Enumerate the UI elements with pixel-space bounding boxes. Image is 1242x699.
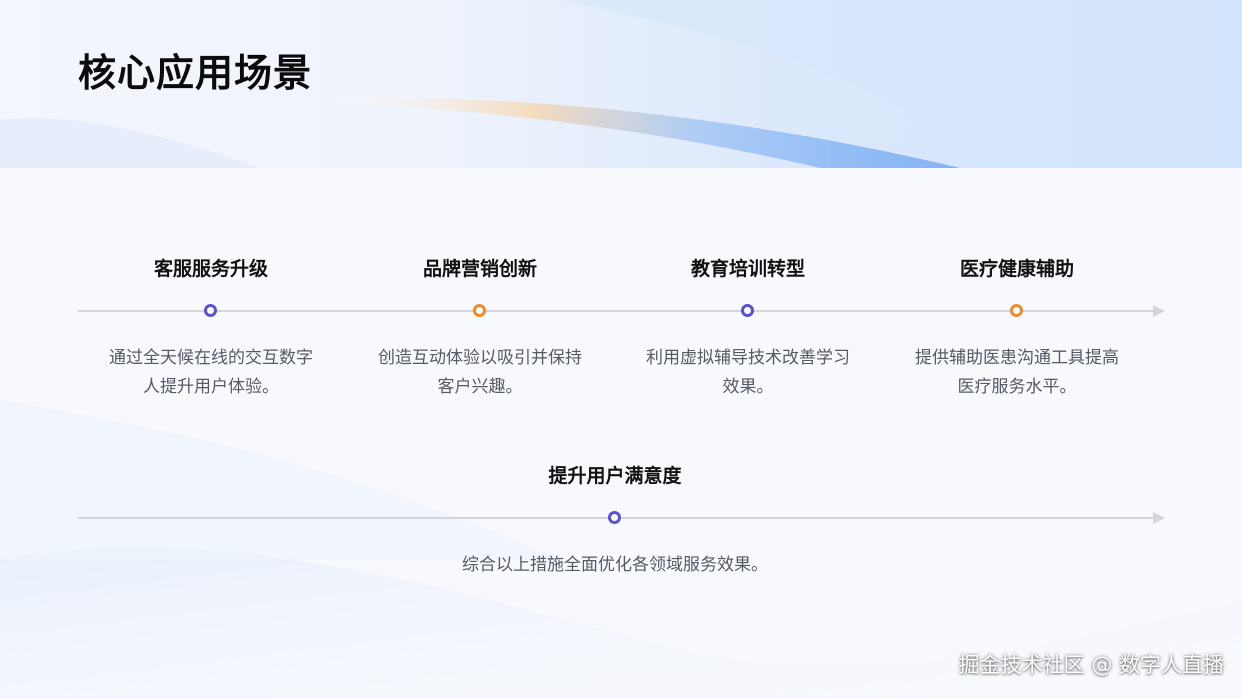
timeline-line-1 — [78, 310, 1154, 312]
timeline-dot-icon — [204, 304, 217, 317]
scenario-title: 教育培训转型 — [690, 258, 805, 280]
watermark: 掘金技术社区 @ 数字人直播 — [958, 653, 1224, 677]
timeline-dot-icon — [473, 304, 486, 317]
timeline-arrow-2-icon — [1153, 512, 1165, 524]
scenario-description: 创造互动体验以吸引并保持客户兴趣。 — [378, 348, 582, 397]
timeline-arrow-1-icon — [1153, 305, 1165, 317]
scenario-title: 品牌营销创新 — [422, 258, 537, 280]
timeline-dot-icon — [1010, 304, 1023, 317]
scenario-description: 提供辅助医患沟通工具提高医疗服务水平。 — [915, 348, 1119, 397]
scenario-title: 客服服务升级 — [153, 258, 268, 280]
scenario-title: 医疗健康辅助 — [959, 258, 1074, 280]
timeline-dot-icon — [741, 304, 754, 317]
timeline-dot-icon — [608, 511, 621, 524]
scenario-description: 利用虚拟辅导技术改善学习效果。 — [646, 348, 850, 397]
scenario-description: 综合以上措施全面优化各领域服务效果。 — [462, 555, 768, 575]
scenario-title: 提升用户满意度 — [548, 465, 682, 487]
scenario-description: 通过全天候在线的交互数字人提升用户体验。 — [109, 348, 313, 397]
page-title: 核心应用场景 — [78, 51, 313, 95]
